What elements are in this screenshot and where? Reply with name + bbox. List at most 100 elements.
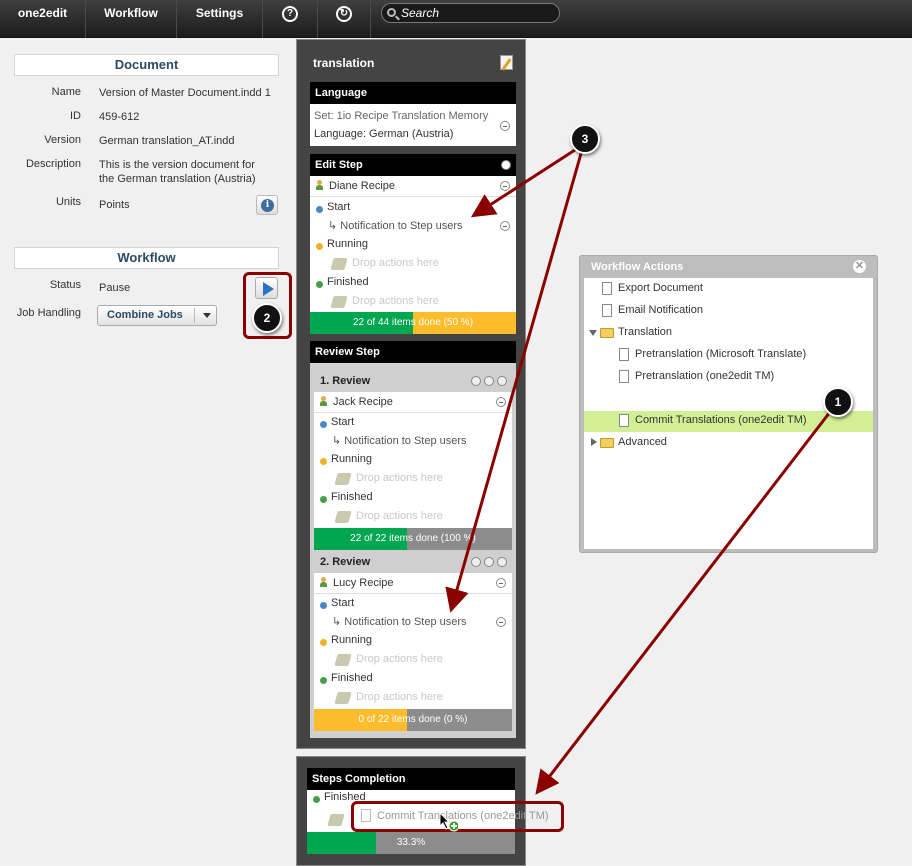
edit-running-label: Running: [327, 238, 368, 250]
action-export-document[interactable]: Export Document: [584, 278, 873, 299]
folder-translation[interactable]: Translation: [584, 322, 873, 343]
action-pretranslation-tm[interactable]: Pretranslation (one2edit TM): [584, 366, 873, 387]
action-label: Pretranslation (Microsoft Translate): [635, 348, 807, 360]
minus-icon[interactable]: [471, 557, 481, 567]
close-icon[interactable]: ✕: [853, 260, 866, 273]
review1-notification-action[interactable]: ↳ Notification to Step users: [332, 434, 467, 447]
edit-step-progress-label: 22 of 44 items done (50 %): [352, 317, 474, 328]
workflow-menu[interactable]: Workflow: [86, 0, 177, 38]
callout-3: 3: [570, 124, 600, 154]
steps-completion-progress-label: 33.3%: [396, 837, 426, 848]
job-handling-label: Job Handling: [16, 307, 81, 319]
action-label: Pretranslation (one2edit TM): [635, 370, 775, 382]
plus-icon[interactable]: [484, 376, 494, 386]
job-handling-select[interactable]: Combine Jobs: [97, 305, 217, 326]
remove-action-icon[interactable]: [500, 221, 510, 231]
review1-header: 1. Review: [314, 370, 512, 392]
document-section-header: Document: [14, 54, 279, 76]
divider: [314, 412, 512, 413]
workflow-section-header: Workflow: [14, 247, 279, 269]
document-icon: [602, 282, 612, 295]
drop-zone-icon: [330, 296, 348, 308]
review2-finished-drop-zone[interactable]: Drop actions here: [356, 691, 443, 703]
review2-running-drop-zone[interactable]: Drop actions here: [356, 653, 443, 665]
units-info-button[interactable]: i: [256, 195, 278, 215]
language-box: Set: 1io Recipe Translation Memory Langu…: [310, 104, 516, 146]
edit-step-user[interactable]: Diane Recipe: [329, 180, 395, 192]
edit-notification-action[interactable]: ↳ Notification to Step users: [328, 219, 463, 232]
app-name-menu[interactable]: one2edit: [0, 0, 86, 38]
review2-header: 2. Review: [314, 551, 512, 573]
action-email-notification[interactable]: Email Notification: [584, 300, 873, 321]
running-status-dot: [320, 458, 327, 465]
review2-start-label: Start: [331, 597, 355, 609]
review2-finished-label: Finished: [331, 672, 373, 684]
user-icon: [316, 180, 323, 190]
review1-progress-bar: 22 of 22 items done (100 %): [314, 528, 512, 550]
document-icon: [619, 414, 629, 427]
help-icon: ?: [282, 6, 298, 22]
search-input[interactable]: Search: [381, 3, 560, 23]
running-status-dot: [316, 243, 323, 250]
steps-completion-header: Steps Completion: [307, 768, 515, 790]
language-value: Language: German (Austria): [314, 128, 454, 140]
job-handling-value: Combine Jobs: [107, 309, 183, 321]
action-label: Commit Translations (one2edit TM): [635, 414, 807, 426]
expand-icon[interactable]: [589, 330, 597, 336]
minus-icon[interactable]: [471, 376, 481, 386]
remove-action-icon[interactable]: [496, 617, 506, 627]
review-step-header: Review Step: [310, 341, 516, 363]
start-status-dot: [316, 206, 323, 213]
help-button[interactable]: ?: [263, 0, 318, 38]
start-status-dot: [320, 602, 327, 609]
drop-zone-icon: [334, 654, 352, 666]
name-value: Version of Master Document.indd 1: [99, 87, 271, 99]
chevron-down-icon[interactable]: [497, 557, 507, 567]
remove-user-icon[interactable]: [496, 578, 506, 588]
review1-user[interactable]: Jack Recipe: [333, 396, 393, 408]
top-navigation-bar: one2edit Workflow Settings ? ↻ Search: [0, 0, 912, 38]
edit-step-dropdown-icon[interactable]: [501, 160, 511, 170]
callout-2: 2: [252, 303, 282, 333]
action-label: Export Document: [618, 282, 703, 294]
review2-progress-bar: 0 of 22 items done (0 %): [314, 709, 512, 731]
review2-notification-action[interactable]: ↳ Notification to Step users: [332, 615, 467, 628]
search-icon: [387, 8, 396, 17]
edit-step-progress-bar: 22 of 44 items done (50 %): [310, 312, 516, 334]
info-icon: i: [261, 199, 274, 212]
action-label: Email Notification: [618, 304, 703, 316]
document-icon: [619, 370, 629, 383]
user-icon: [320, 577, 327, 587]
refresh-button[interactable]: ↻: [318, 0, 371, 38]
remove-language-icon[interactable]: [500, 121, 510, 131]
description-label: Description: [25, 158, 81, 170]
review2-user[interactable]: Lucy Recipe: [333, 577, 394, 589]
plus-icon[interactable]: [484, 557, 494, 567]
edit-icon[interactable]: [500, 55, 513, 70]
chevron-down-icon[interactable]: [497, 376, 507, 386]
remove-user-icon[interactable]: [500, 181, 510, 191]
chevron-down-icon: [203, 313, 211, 318]
review1-running-drop-zone[interactable]: Drop actions here: [356, 472, 443, 484]
version-label: Version: [44, 134, 81, 146]
settings-menu[interactable]: Settings: [177, 0, 263, 38]
edit-running-drop-zone[interactable]: Drop actions here: [352, 257, 439, 269]
description-value-line2: the German translation (Austria): [99, 173, 256, 185]
folder-advanced[interactable]: Advanced: [584, 432, 873, 453]
folder-label: Advanced: [618, 436, 667, 448]
action-pretranslation-ms[interactable]: Pretranslation (Microsoft Translate): [584, 344, 873, 365]
finished-status-dot: [320, 677, 327, 684]
units-value: Points: [99, 199, 130, 211]
edit-finished-drop-zone[interactable]: Drop actions here: [352, 295, 439, 307]
folder-icon: [600, 438, 614, 448]
review2-box: Lucy Recipe Start ↳ Notification to Step…: [314, 573, 512, 709]
expand-icon[interactable]: [591, 438, 597, 446]
review1-box: Jack Recipe Start ↳ Notification to Step…: [314, 392, 512, 528]
remove-user-icon[interactable]: [496, 397, 506, 407]
finished-status-dot: [320, 496, 327, 503]
review1-finished-drop-zone[interactable]: Drop actions here: [356, 510, 443, 522]
drop-zone-icon: [334, 473, 352, 485]
refresh-icon: ↻: [336, 6, 352, 22]
language-header: Language: [310, 82, 516, 104]
drop-zone-icon: [334, 511, 352, 523]
